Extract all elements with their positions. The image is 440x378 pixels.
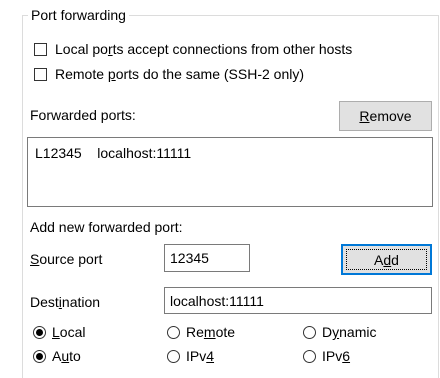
remote-radio-label: Remote bbox=[186, 324, 236, 340]
auto-radio[interactable]: Auto bbox=[33, 346, 81, 366]
add-new-forwarded-port-label: Add new forwarded port: bbox=[30, 219, 183, 235]
ipv4-radio-circle[interactable] bbox=[167, 349, 180, 363]
source-port-input[interactable] bbox=[164, 244, 250, 272]
remote-ports-checkbox[interactable]: Remote ports do the same (SSH-2 only) bbox=[34, 64, 304, 84]
forwarded-ports-list[interactable]: L12345 localhost:11111 bbox=[27, 137, 433, 207]
auto-radio-label: Auto bbox=[52, 348, 81, 364]
forwarded-port-item[interactable]: L12345 localhost:11111 bbox=[35, 144, 191, 162]
local-radio-label: Local bbox=[52, 324, 86, 340]
destination-label: Destination bbox=[30, 294, 101, 310]
remote-ports-checkbox-label: Remote ports do the same (SSH-2 only) bbox=[55, 66, 305, 82]
local-ports-checkbox-label: Local ports accept connections from othe… bbox=[55, 41, 353, 57]
forwarded-ports-label: Forwarded ports: bbox=[30, 107, 136, 123]
add-button-label: Add bbox=[374, 251, 399, 268]
ipv4-radio-label: IPv4 bbox=[186, 348, 215, 364]
source-port-label: Source port bbox=[30, 251, 103, 267]
dynamic-radio-label: Dynamic bbox=[322, 324, 377, 340]
ipv6-radio-circle[interactable] bbox=[303, 349, 316, 363]
ipv6-radio-label: IPv6 bbox=[322, 348, 351, 364]
local-radio-circle[interactable] bbox=[33, 325, 46, 339]
group-title: Port forwarding bbox=[28, 6, 129, 24]
remote-radio-circle[interactable] bbox=[167, 325, 180, 339]
dynamic-radio-circle[interactable] bbox=[303, 325, 316, 339]
remote-radio[interactable]: Remote bbox=[167, 322, 235, 342]
remove-button-label: Remove bbox=[359, 108, 412, 124]
auto-radio-circle[interactable] bbox=[33, 349, 46, 363]
local-ports-checkbox[interactable]: Local ports accept connections from othe… bbox=[34, 39, 352, 59]
local-ports-checkbox-box[interactable] bbox=[34, 42, 47, 56]
forwarded-port-source: L12345 bbox=[35, 145, 82, 161]
add-button[interactable]: Add bbox=[341, 244, 432, 275]
ipv6-radio[interactable]: IPv6 bbox=[303, 346, 350, 366]
forwarded-port-destination: localhost:11111 bbox=[97, 145, 192, 161]
dynamic-radio[interactable]: Dynamic bbox=[303, 322, 376, 342]
remote-ports-checkbox-box[interactable] bbox=[34, 67, 47, 81]
ipv4-radio[interactable]: IPv4 bbox=[167, 346, 214, 366]
destination-input[interactable] bbox=[164, 287, 432, 314]
remove-button[interactable]: Remove bbox=[339, 101, 432, 131]
local-radio[interactable]: Local bbox=[33, 322, 85, 342]
